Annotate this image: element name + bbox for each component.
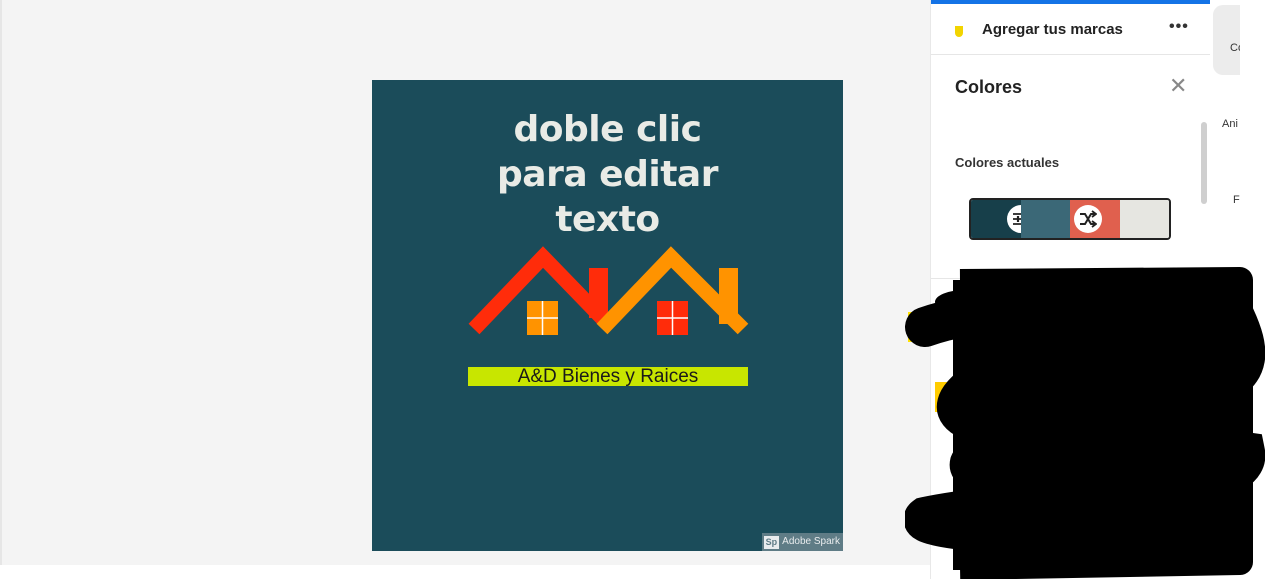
spark-logo-icon: Sp <box>763 535 780 549</box>
add-brand-label[interactable]: Agregar tus marcas <box>982 21 1123 38</box>
current-color-palette[interactable] <box>969 198 1171 240</box>
shuffle-colors-button[interactable] <box>1074 205 1102 233</box>
swatch-off-white[interactable] <box>1119 200 1169 238</box>
swatch-blue-gray[interactable] <box>1020 200 1070 238</box>
swatch-coral[interactable] <box>1070 200 1120 238</box>
current-colors-label: Colores actuales <box>955 155 1060 170</box>
panel-title: Colores <box>955 77 1023 97</box>
artboard[interactable]: doble clic para editar texto A&D Bienes … <box>372 80 843 551</box>
add-brand-row[interactable]: Agregar tus marcas ••• <box>931 4 1210 55</box>
rail-item-animation[interactable]: Ani <box>1222 118 1238 130</box>
brand-name-text[interactable]: A&D Bienes y Raices <box>468 367 748 386</box>
houses-logo-graphic[interactable] <box>372 80 843 551</box>
left-chimney <box>589 268 608 318</box>
panel-scrollbar[interactable] <box>1201 122 1207 204</box>
right-chimney <box>719 268 738 324</box>
watermark-label: Adobe Spark <box>782 536 840 547</box>
redaction-scribble <box>905 267 1265 579</box>
shuffle-icon <box>1080 210 1097 228</box>
canvas-workspace[interactable]: doble clic para editar texto A&D Bienes … <box>0 0 930 565</box>
more-options-button[interactable]: ••• <box>1169 18 1189 36</box>
brand-shield-icon <box>955 26 963 37</box>
close-icon[interactable]: ✕ <box>1169 73 1187 99</box>
swatch-dark-teal[interactable] <box>971 200 1035 238</box>
adobe-spark-watermark: Sp Adobe Spark <box>761 533 843 551</box>
